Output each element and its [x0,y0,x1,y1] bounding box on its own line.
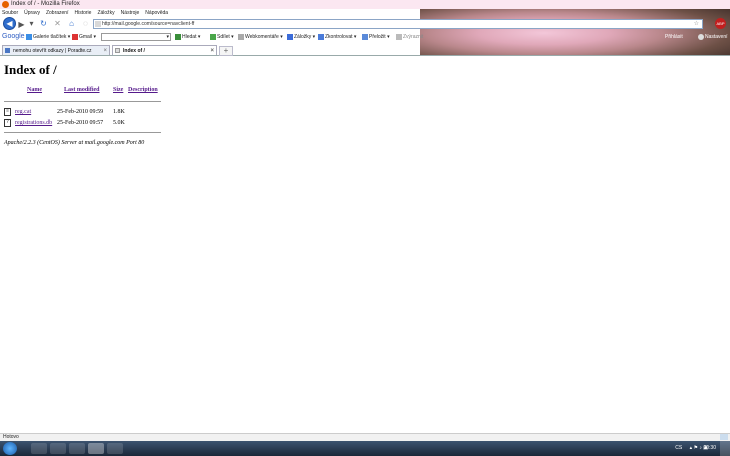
column-size-header[interactable]: Size [113,87,123,93]
app-taskbar-button[interactable] [50,443,66,454]
status-bar: Hotovo [0,433,730,441]
reload-button[interactable]: ↻ [39,19,48,28]
spellcheck-button[interactable]: Zkontrolovat ▾ [318,31,356,43]
file-modified: 25-Feb-2010 09:59 [57,109,104,115]
menu-zobrazeni[interactable]: Zobrazení [46,9,69,17]
status-text: Hotovo [3,434,19,440]
address-bar-url: http://mail.google.com/source=navclient-… [102,21,195,27]
gallery-icon [26,33,32,40]
language-indicator[interactable]: CS [675,445,682,451]
menu-historie[interactable]: Historie [74,9,91,17]
navigation-toolbar: ◀ ▶ ▾ ↻ ✕ ⌂ ◌ http://mail.google.com/sou… [0,17,730,30]
back-button[interactable]: ◀ [3,17,16,30]
firefox-icon [2,1,9,8]
tab-strip: nemohu otevřít odkazy | Poradte.cz × Ind… [0,45,730,56]
tab-index-of[interactable]: Index of / × [112,45,217,55]
highlight-button[interactable]: Zvýraznit [396,31,423,43]
file-link[interactable]: registrations.db [15,119,52,128]
gear-icon [698,33,704,40]
poradte-favicon-icon [5,48,10,53]
sign-in-link[interactable]: Přihlásit [665,31,683,43]
translate-button[interactable]: Přeložit ▾ [362,31,390,43]
google-search-input[interactable]: ▾ [101,33,171,41]
search-icon [175,33,181,40]
translate-icon [362,33,368,40]
column-name-header[interactable]: Name [27,87,42,93]
divider [4,101,161,102]
taskbar: CS ▴ ⚑ ♪ ▣ 20:30 [0,441,730,456]
server-signature: Apache/2.2.3 (CentOS) Server at mail.goo… [4,140,145,146]
unknown-file-icon: ? [4,119,11,127]
search-button[interactable]: Hledat ▾ [175,31,200,43]
window-title: Index of / - Mozilla Firefox [11,1,80,7]
tab-poradte[interactable]: nemohu otevřít odkazy | Poradte.cz × [2,45,110,55]
share-button[interactable]: Sdílet ▾ [210,31,234,43]
menu-nastroje[interactable]: Nástroje [121,9,140,17]
settings-button[interactable]: Nastavení [698,31,728,43]
clock[interactable]: 20:30 [703,441,716,456]
google-toolbar: Google Galerie tlačítek ▾ Gmail ▾ ▾ Hled… [0,31,730,43]
webcomments-button[interactable]: Webkomentáře ▾ [238,31,283,43]
forward-button[interactable]: ▶ [17,20,26,29]
bookmark-star-icon[interactable]: ☆ [694,20,699,28]
file-modified: 25-Feb-2010 09:57 [57,120,104,126]
highlighter-icon [396,33,402,40]
divider [4,132,161,133]
text-file-icon: ≡ [4,108,11,116]
new-tab-button[interactable]: + [219,46,233,56]
start-button[interactable] [3,442,17,455]
gmail-icon [72,33,78,40]
gmail-button[interactable]: Gmail ▾ [72,31,96,43]
comment-icon [238,33,244,40]
menu-bar: Soubor Úpravy Zobrazení Historie Záložky Nást… [0,9,520,17]
google-logo[interactable]: Google [2,31,25,43]
star-icon [287,33,293,40]
close-icon[interactable]: × [210,46,214,56]
show-desktop-button[interactable] [720,441,730,456]
button-gallery[interactable]: Galerie tlačítek ▾ [26,31,70,43]
app-taskbar-button[interactable] [69,443,85,454]
menu-soubor[interactable]: Soubor [2,9,18,17]
file-size: 5.0K [113,120,125,126]
page-title: Index of / [4,62,57,77]
site-identity-icon[interactable]: ◌ [81,19,90,28]
stop-button[interactable]: ✕ [53,19,62,28]
file-size: 1.8K [113,109,125,115]
app-taskbar-button[interactable] [107,443,123,454]
adblock-button[interactable]: ABP [715,18,726,29]
page-content: Index of / Name Last modified Size Descr… [0,56,730,433]
page-favicon-icon [95,21,101,27]
check-icon [318,33,324,40]
bookmarks-button[interactable]: Záložky ▾ [287,31,315,43]
home-button[interactable]: ⌂ [67,19,76,28]
column-modified-header[interactable]: Last modified [64,87,100,93]
column-description-header[interactable]: Description [128,87,158,93]
window-titlebar: Index of / - Mozilla Firefox [0,0,730,9]
share-icon [210,33,216,40]
menu-napoveda[interactable]: Nápověda [145,9,168,17]
menu-zalozky[interactable]: Záložky [97,9,114,17]
file-link[interactable]: reg.cat [15,108,31,117]
explorer-taskbar-button[interactable] [31,443,47,454]
menu-upravy[interactable]: Úpravy [24,9,40,17]
close-icon[interactable]: × [103,46,107,56]
address-bar[interactable]: http://mail.google.com/source=navclient-… [93,19,703,29]
addon-status-icon[interactable] [720,434,728,440]
page-favicon-icon [115,48,120,53]
firefox-taskbar-button[interactable] [88,443,104,454]
history-dropdown-button[interactable]: ▾ [27,19,36,28]
